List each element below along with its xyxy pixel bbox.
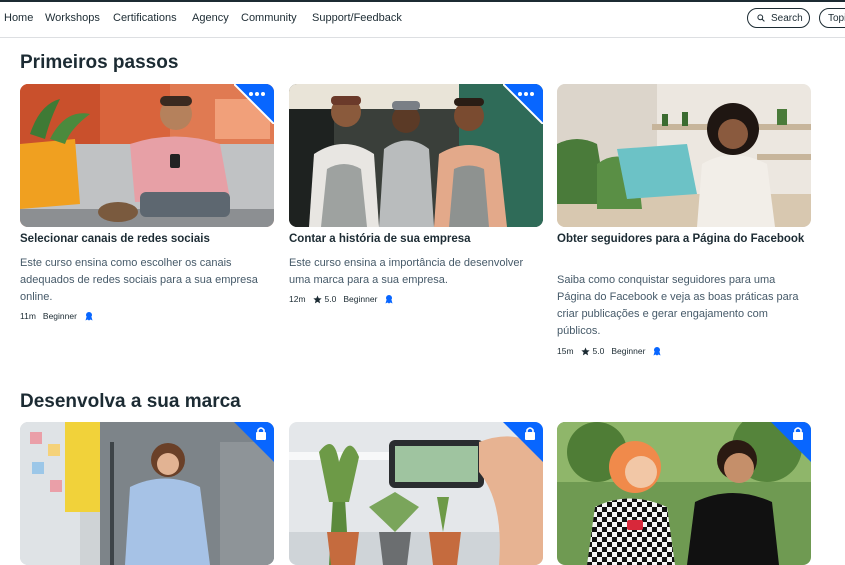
course-level: Beginner	[343, 294, 378, 304]
course-thumbnail[interactable]	[20, 84, 274, 227]
course-duration: 11m	[20, 311, 36, 321]
course-thumbnail[interactable]	[557, 84, 811, 227]
top-navigation: Home Workshops Certifications Agency Com…	[0, 2, 845, 38]
section-title-getting-started: Primeiros passos	[20, 52, 179, 73]
course-title[interactable]: Selecionar canais de redes sociais	[20, 231, 270, 248]
nav-support-feedback[interactable]: Support/Feedback	[312, 12, 402, 24]
course-description: Este curso ensina a importância de desen…	[289, 257, 524, 286]
nav-home[interactable]: Home	[4, 12, 33, 24]
course-meta: 15m 5.0 Beginner	[557, 346, 662, 356]
course-description: Saiba como conquistar seguidores para um…	[557, 274, 799, 337]
course-thumbnail[interactable]	[20, 422, 274, 565]
course-rating: 5.0	[324, 294, 337, 304]
search-icon	[757, 14, 765, 22]
course-level: Beginner	[42, 311, 77, 321]
nav-certifications[interactable]: Certifications	[113, 12, 177, 24]
course-thumbnail[interactable]	[289, 422, 543, 565]
course-thumbnail[interactable]	[289, 84, 543, 227]
lock-icon[interactable]	[771, 422, 811, 462]
badge-icon	[652, 346, 662, 356]
nav-community[interactable]: Community	[241, 12, 297, 24]
star-icon	[312, 294, 322, 304]
course-meta: 11m Beginner	[20, 311, 94, 321]
more-icon[interactable]	[503, 84, 543, 124]
course-title[interactable]: Obter seguidores para a Página do Facebo…	[557, 231, 807, 248]
lock-icon[interactable]	[234, 422, 274, 462]
course-level: Beginner	[611, 346, 646, 356]
nav-agency[interactable]: Agency	[192, 12, 229, 24]
search-label: Search	[771, 12, 803, 24]
badge-icon	[84, 311, 94, 321]
course-duration: 12m	[289, 294, 306, 304]
section-title-build-your-brand: Desenvolva a sua marca	[20, 391, 241, 412]
nav-workshops[interactable]: Workshops	[45, 12, 100, 24]
course-meta: 12m 5.0 Beginner	[289, 294, 394, 304]
course-duration: 15m	[557, 346, 574, 356]
star-icon	[580, 346, 590, 356]
course-description: Este curso ensina como escolher os canai…	[20, 257, 258, 303]
lock-icon[interactable]	[503, 422, 543, 462]
search-button[interactable]: Search	[747, 8, 810, 28]
topics-button[interactable]: Topi	[819, 8, 845, 28]
course-thumbnail[interactable]	[557, 422, 811, 565]
badge-icon	[384, 294, 394, 304]
course-title[interactable]: Contar a história de sua empresa	[289, 231, 539, 248]
more-icon[interactable]	[234, 84, 274, 124]
course-rating: 5.0	[592, 346, 605, 356]
